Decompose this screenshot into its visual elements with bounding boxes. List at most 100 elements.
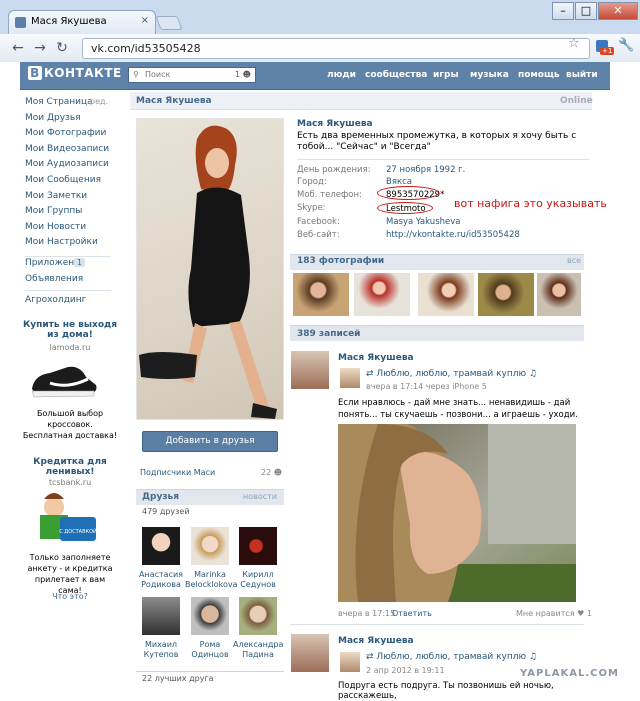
ad-card-label: С ДОСТАВКОЙ	[59, 528, 97, 535]
profile-status[interactable]: Есть два временных промежутка, в которых…	[297, 131, 587, 153]
post-author-avatar[interactable]	[291, 351, 329, 389]
ad-title[interactable]: Купить не выходя из дома!	[22, 320, 118, 340]
friend-avatar[interactable]	[142, 527, 180, 565]
sidebar-item-groups[interactable]: Мои Группы	[25, 206, 82, 216]
tab-title: Мася Якушева	[31, 16, 107, 27]
bookmark-star-icon[interactable]: ☆	[568, 36, 580, 51]
sidebar-item-messages[interactable]: Мои Сообщения	[25, 175, 101, 185]
wrench-menu-icon[interactable]: 🔧	[618, 38, 634, 53]
close-window-button[interactable]: ✕	[598, 2, 638, 20]
friend-name[interactable]: Marinka Belocklokova	[185, 570, 238, 590]
audio-icon: ♫	[528, 369, 537, 379]
browser-tab[interactable]: Мася Якушева ×	[8, 10, 156, 34]
best-friends-header[interactable]: 22 лучших друга	[136, 671, 284, 685]
sidebar-item-audio[interactable]: Мои Аудиозаписи	[25, 159, 109, 169]
photos-title[interactable]: 183 фотографии	[297, 256, 384, 266]
red-annotation-oval	[377, 186, 439, 200]
sneaker-ad-image[interactable]	[28, 355, 100, 401]
sidebar-item-news[interactable]: Мои Новости	[25, 222, 86, 232]
post-author[interactable]: Мася Якушева	[338, 353, 414, 363]
wall-title[interactable]: 389 записей	[297, 329, 361, 339]
like-button[interactable]: Мне нравится ♥ 1	[516, 609, 592, 618]
photo-thumb[interactable]	[293, 273, 349, 316]
facebook-value[interactable]: Masya Yakusheva	[386, 217, 460, 227]
birthday-value[interactable]: 27 ноября 1992 г.	[386, 165, 465, 175]
reply-link[interactable]: Ответить	[392, 609, 432, 618]
post-divider	[290, 624, 584, 625]
photo-thumb[interactable]	[478, 273, 534, 316]
post-author[interactable]: Мася Якушева	[338, 636, 414, 646]
info-label: Веб-сайт:	[297, 230, 340, 240]
friend-avatar[interactable]	[239, 597, 277, 635]
website-value[interactable]: http://vkontakte.ru/id53505428	[386, 230, 520, 240]
friend-avatar[interactable]	[142, 597, 180, 635]
forward-icon[interactable]: →	[32, 40, 48, 56]
friend-avatar[interactable]	[191, 597, 229, 635]
photo-thumb[interactable]	[418, 273, 474, 316]
friend-avatar[interactable]	[239, 527, 277, 565]
repost-avatar[interactable]	[340, 368, 360, 388]
close-tab-icon[interactable]: ×	[141, 15, 149, 26]
photo-thumb[interactable]	[537, 273, 581, 316]
nav-communities[interactable]: сообщества	[365, 70, 427, 80]
new-tab-button[interactable]	[155, 16, 183, 30]
ad-text: Большой выбор кроссовок. Бесплатная дост…	[22, 409, 118, 440]
nav-people[interactable]: люди	[327, 70, 356, 80]
sidebar-item-notes[interactable]: Мои Заметки	[25, 191, 87, 201]
friend-name[interactable]: Александра Падина	[233, 640, 283, 660]
address-bar[interactable]: vk.com/id53505428	[82, 38, 590, 59]
treasure-chest-ad-image[interactable]: С ДОСТАВКОЙ	[30, 487, 100, 547]
friends-news-link[interactable]: новости	[243, 492, 277, 501]
vk-favicon-icon	[15, 17, 26, 28]
photo-thumb[interactable]	[354, 273, 410, 316]
edit-link[interactable]: ред.	[90, 97, 108, 106]
subscribers-link[interactable]: Подписчики Маси	[140, 468, 215, 477]
sidebar-divider	[25, 256, 111, 257]
nav-games[interactable]: игры	[433, 70, 459, 80]
sidebar-item-settings[interactable]: Мои Настройки	[25, 237, 98, 247]
profile-photo[interactable]	[136, 118, 284, 420]
friend-avatar[interactable]	[191, 527, 229, 565]
repost-avatar[interactable]	[340, 652, 360, 672]
repost-meta: 2 апр 2012 в 19:11	[366, 666, 445, 675]
ad-title[interactable]: Кредитка для ленивых!	[22, 457, 118, 477]
friend-name[interactable]: Анастасия Родикова	[136, 570, 186, 590]
repost-title[interactable]: ⇄ Люблю, люблю, трамвай куплю ♫	[366, 652, 537, 662]
back-icon[interactable]: ←	[10, 40, 26, 56]
photos-all-link[interactable]: все	[567, 256, 581, 265]
what-is-this-link[interactable]: Что это?	[22, 592, 118, 601]
repost-meta: вчера в 17:14 через iPhone 5	[366, 382, 487, 391]
people-filter-icon[interactable]: 1 ☻	[235, 70, 251, 79]
sidebar-item-videos[interactable]: Мои Видеозаписи	[25, 144, 109, 154]
maximize-button[interactable]: □	[575, 2, 597, 20]
reload-icon[interactable]: ↻	[54, 40, 70, 56]
post-photo	[338, 424, 576, 602]
audio-icon: ♫	[528, 652, 537, 662]
nav-help[interactable]: помощь	[518, 70, 560, 80]
info-label: Skype:	[297, 203, 326, 213]
friend-name[interactable]: Михаил Кутепов	[136, 640, 186, 660]
search-input[interactable]: ⚲ Поиск 1 ☻	[128, 67, 256, 83]
info-label: Моб. телефон:	[297, 190, 362, 200]
nav-music[interactable]: музыка	[470, 70, 509, 80]
friend-name[interactable]: Рома Одинцов	[185, 640, 235, 660]
post-date[interactable]: вчера в 17:15	[338, 609, 395, 618]
vk-logo[interactable]: В КОНТАКТЕ	[28, 66, 122, 80]
nav-logout[interactable]: выйти	[566, 70, 598, 80]
sidebar-item-photos[interactable]: Мои Фотографии	[25, 128, 106, 138]
info-divider	[297, 159, 589, 160]
post-image[interactable]	[338, 424, 576, 602]
minimize-button[interactable]: –	[552, 2, 574, 20]
friend-name[interactable]: Кирилл Седунов	[233, 570, 283, 590]
profile-name: Мася Якушева	[136, 96, 212, 106]
info-name: Мася Якушева	[297, 119, 373, 129]
friends-title[interactable]: Друзья	[142, 492, 179, 502]
sidebar-item-my-page[interactable]: Моя Страница	[25, 97, 93, 107]
post-author-avatar[interactable]	[291, 634, 329, 672]
add-friend-button[interactable]: Добавить в друзья	[142, 431, 278, 452]
sidebar-item-friends[interactable]: Мои Друзья	[25, 113, 81, 123]
search-icon: ⚲	[133, 70, 139, 79]
sidebar-item-agro[interactable]: Агрохолдинг	[25, 295, 86, 305]
sidebar-item-ads[interactable]: Объявления	[25, 274, 83, 284]
repost-title[interactable]: ⇄ Люблю, люблю, трамвай куплю ♫	[366, 369, 537, 379]
